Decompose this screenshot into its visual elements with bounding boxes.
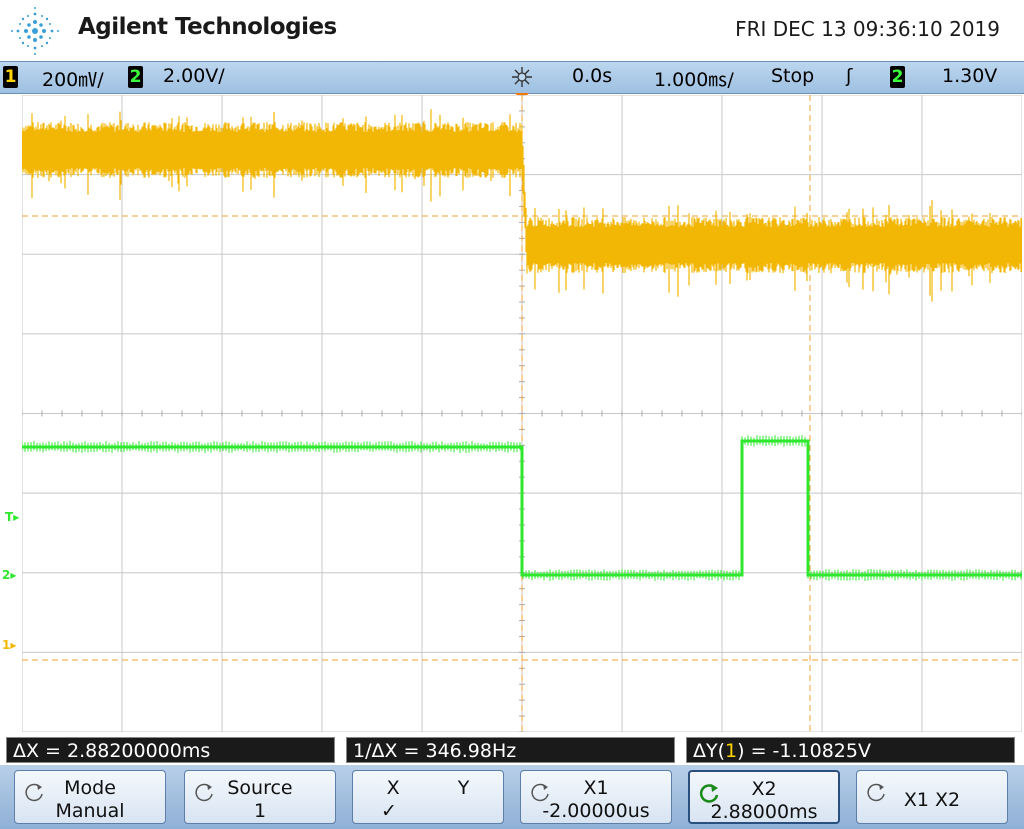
x1-cursor-softkey[interactable]: X1 -2.00000us <box>520 770 672 824</box>
channel-2-trace <box>22 439 1022 577</box>
delta-y-readout: ΔY(1) = -1.10825V <box>686 737 1015 763</box>
x1-x2-softkey[interactable]: X1 X2 <box>856 770 1008 824</box>
channel-2-ground-marker[interactable]: 2▸ <box>2 568 16 582</box>
time-delay: 0.0s <box>572 65 613 87</box>
time-scale: 1.000㎳/ <box>654 69 734 91</box>
channel-1-scale: 200㎷/ <box>42 69 104 91</box>
date-time: FRI DEC 13 09:36:10 2019 <box>735 17 1000 41</box>
graticule <box>22 95 1022 732</box>
trigger-level: 1.30V <box>942 65 998 87</box>
channel-1-badge[interactable]: 1 <box>3 66 18 88</box>
x2-cursor-softkey[interactable]: X2 2.88000ms <box>688 770 840 824</box>
agilent-spark-logo-icon <box>11 7 59 55</box>
mode-softkey[interactable]: Mode Manual <box>14 770 166 824</box>
status-bar: 1 200㎷/ 2 2.00V/ 0.0s 1.000㎳/ Stop ʃ 2 1… <box>0 61 1024 94</box>
delta-x-readout: ΔX = 2.88200000ms <box>6 737 335 763</box>
header: Agilent Technologies FRI DEC 13 09:36:10… <box>0 0 1024 61</box>
xy-softkey[interactable]: XY ✓ <box>352 770 504 824</box>
inverse-delta-x-readout: 1/ΔX = 346.98Hz <box>346 737 675 763</box>
waveform-display[interactable] <box>22 95 1022 732</box>
source-softkey[interactable]: Source 1 <box>184 770 336 824</box>
acquisition-icon <box>512 67 532 87</box>
trigger-source-badge[interactable]: 2 <box>890 66 905 88</box>
trigger-level-marker[interactable]: T▸ <box>5 510 19 524</box>
trigger-edge-icon: ʃ <box>846 65 853 87</box>
channel-2-scale: 2.00V/ <box>163 65 225 87</box>
check-icon: ✓ <box>381 800 397 822</box>
channel-2-badge[interactable]: 2 <box>128 66 143 88</box>
run-state[interactable]: Stop <box>771 65 814 87</box>
softkey-bar: Mode Manual Source 1 XY ✓ X1 -2.00000us … <box>0 765 1024 829</box>
channel-1-ground-marker[interactable]: 1▸ <box>2 638 16 652</box>
brand-name: Agilent Technologies <box>78 14 337 40</box>
